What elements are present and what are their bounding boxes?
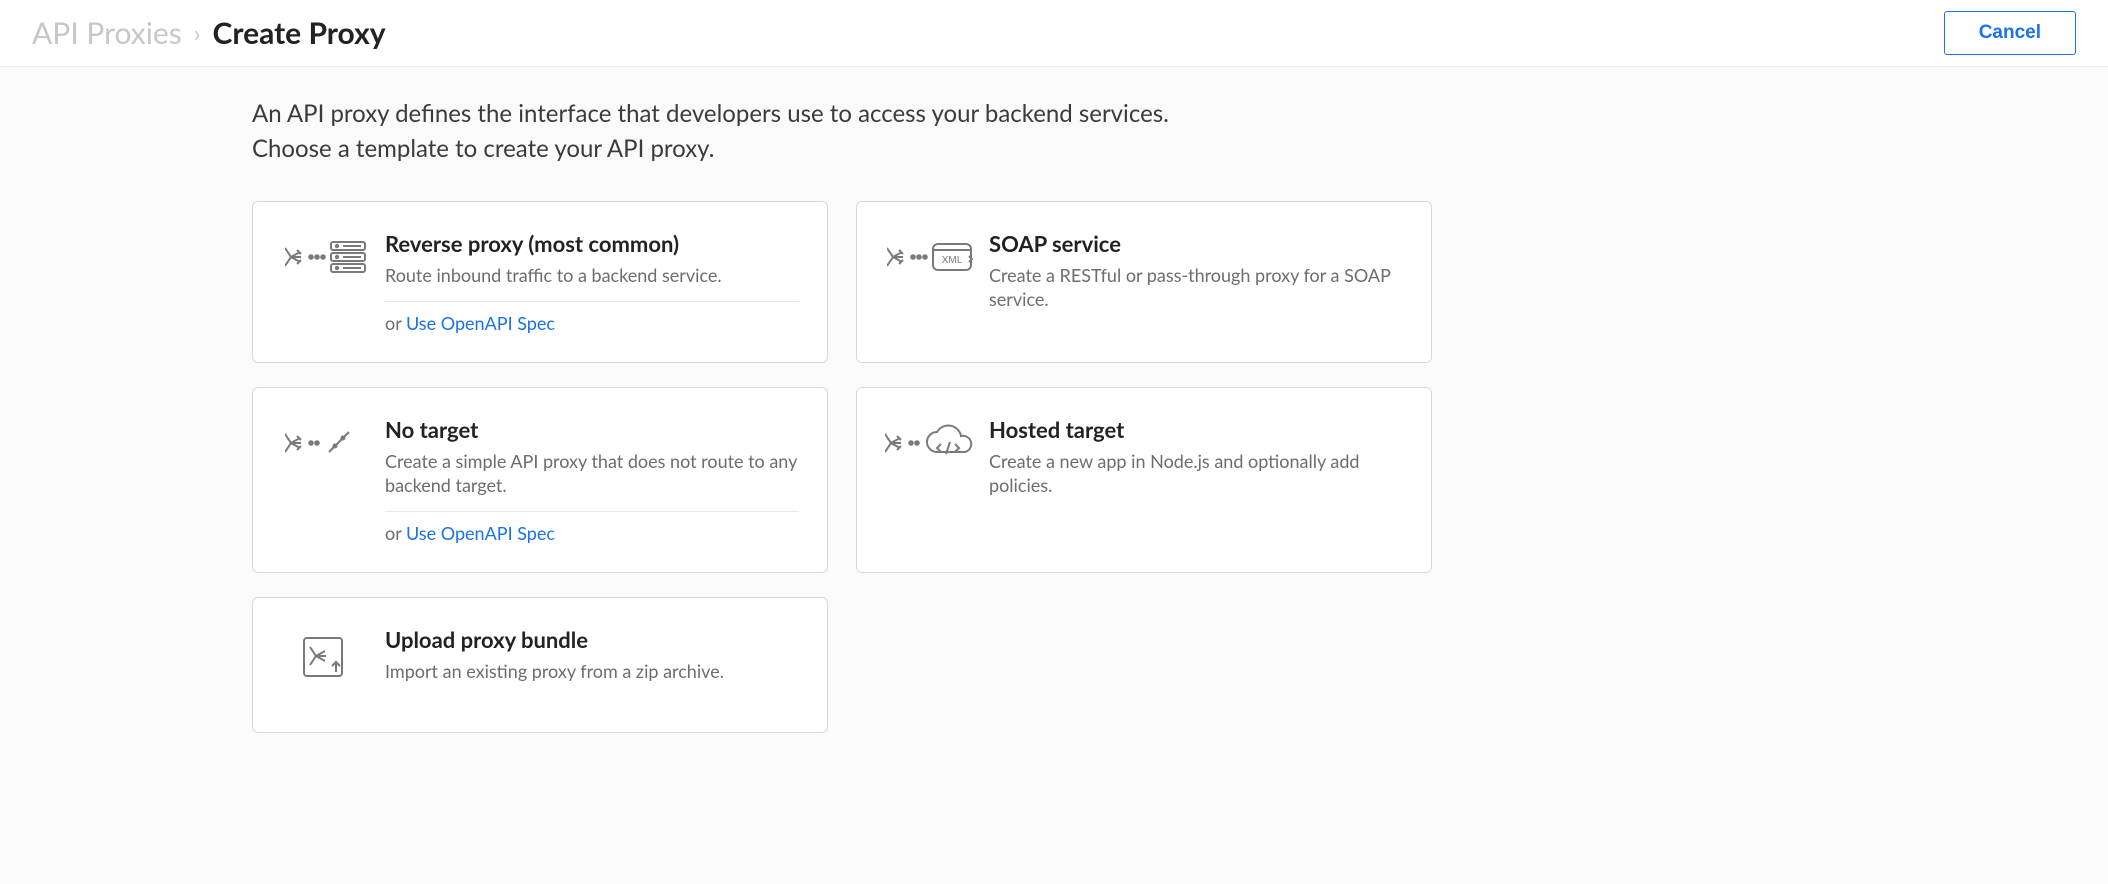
container: An API proxy defines the interface that …	[252, 97, 1640, 733]
card-body: Reverse proxy (most common) Route inboun…	[371, 230, 799, 334]
card-title: Reverse proxy (most common)	[385, 230, 799, 257]
upload-bundle-icon	[281, 626, 371, 680]
cancel-button[interactable]: Cancel	[1944, 11, 2076, 55]
intro-line-1: An API proxy defines the interface that …	[252, 97, 1640, 132]
breadcrumb-current: Create Proxy	[213, 15, 386, 51]
breadcrumb-prev[interactable]: API Proxies	[32, 15, 182, 51]
header: API Proxies › Create Proxy Cancel	[0, 0, 2108, 67]
chevron-right-icon: ›	[194, 19, 201, 48]
card-title: Hosted target	[989, 416, 1403, 443]
card-body: No target Create a simple API proxy that…	[371, 416, 799, 545]
card-desc: Create a RESTful or pass-through proxy f…	[989, 263, 1403, 312]
card-no-target[interactable]: No target Create a simple API proxy that…	[252, 387, 828, 574]
card-desc: Import an existing proxy from a zip arch…	[385, 659, 799, 683]
svg-text:XML: XML	[942, 255, 963, 266]
card-body: SOAP service Create a RESTful or pass-th…	[975, 230, 1403, 312]
card-title: SOAP service	[989, 230, 1403, 257]
or-label: or	[385, 312, 406, 334]
card-hosted-target[interactable]: Hosted target Create a new app in Node.j…	[856, 387, 1432, 574]
intro-text: An API proxy defines the interface that …	[252, 97, 1640, 167]
main: An API proxy defines the interface that …	[0, 67, 2108, 884]
hosted-target-icon	[885, 416, 975, 464]
openapi-row: or Use OpenAPI Spec	[385, 522, 799, 544]
card-desc: Route inbound traffic to a backend servi…	[385, 263, 799, 287]
card-desc: Create a new app in Node.js and optional…	[989, 449, 1403, 498]
card-desc: Create a simple API proxy that does not …	[385, 449, 799, 498]
intro-line-2: Choose a template to create your API pro…	[252, 132, 1640, 167]
divider	[385, 301, 799, 302]
openapi-link[interactable]: Use OpenAPI Spec	[406, 522, 555, 544]
reverse-proxy-icon	[281, 230, 371, 278]
openapi-link[interactable]: Use OpenAPI Spec	[406, 312, 555, 334]
no-target-icon	[281, 416, 371, 464]
divider	[385, 511, 799, 512]
card-title: No target	[385, 416, 799, 443]
card-body: Upload proxy bundle Import an existing p…	[371, 626, 799, 683]
breadcrumb: API Proxies › Create Proxy	[32, 15, 386, 51]
cards-grid: Reverse proxy (most common) Route inboun…	[252, 201, 1640, 734]
card-reverse-proxy[interactable]: Reverse proxy (most common) Route inboun…	[252, 201, 828, 363]
card-body: Hosted target Create a new app in Node.j…	[975, 416, 1403, 498]
card-title: Upload proxy bundle	[385, 626, 799, 653]
openapi-row: or Use OpenAPI Spec	[385, 312, 799, 334]
or-label: or	[385, 522, 406, 544]
soap-icon: XML	[885, 230, 975, 278]
card-soap[interactable]: XML SOAP service Create a RESTful or pas…	[856, 201, 1432, 363]
card-upload-bundle[interactable]: Upload proxy bundle Import an existing p…	[252, 597, 828, 733]
